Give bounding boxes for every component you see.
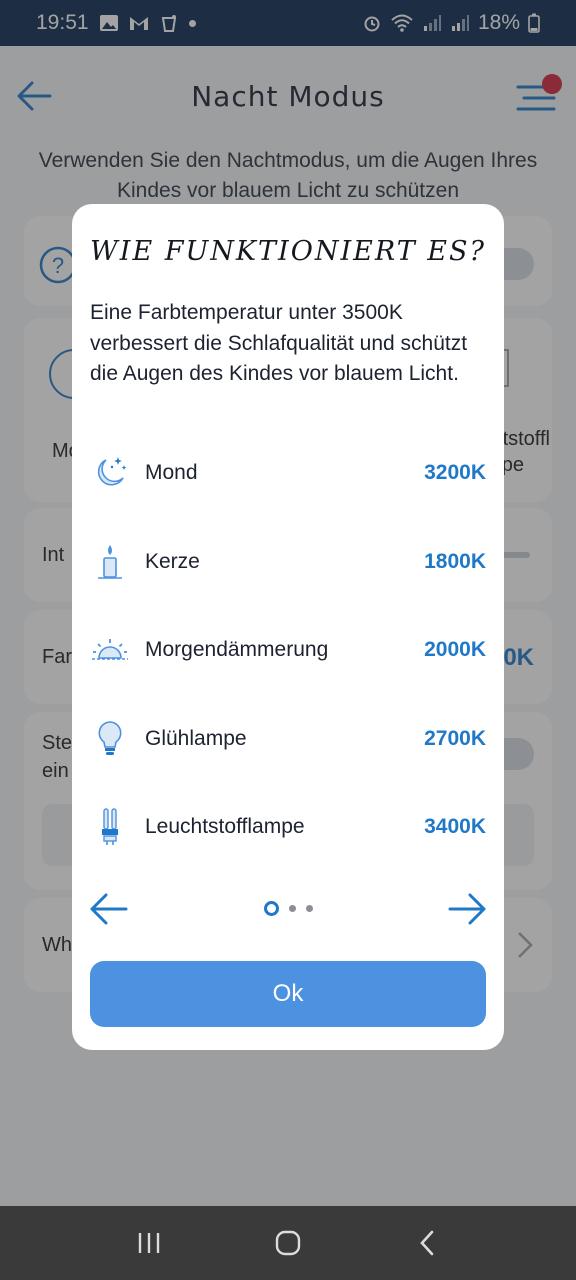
item-name: Morgendämmerung xyxy=(145,638,329,661)
ok-button[interactable]: Ok xyxy=(90,961,486,1027)
list-item: Glühlampe 2700K xyxy=(90,709,486,769)
item-name: Mond xyxy=(145,461,198,484)
dialog-title: WIE FUNKTIONIERT ES? xyxy=(90,236,486,267)
dialog-description: Eine Farbtemperatur unter 3500K verbesse… xyxy=(90,301,468,385)
item-name: Kerze xyxy=(145,550,200,573)
recent-apps-button[interactable] xyxy=(129,1223,169,1263)
next-page-arrow-icon[interactable] xyxy=(446,888,488,930)
sunrise-icon xyxy=(92,639,128,660)
list-item: Kerze 1800K xyxy=(90,532,486,592)
page-dot-1[interactable] xyxy=(263,901,279,916)
fluorescent-lamp-icon xyxy=(102,808,118,845)
item-temperature: 3200K xyxy=(424,461,486,484)
system-nav-bar xyxy=(0,1206,576,1280)
list-item: Morgendämmerung 2000K xyxy=(90,620,486,680)
item-temperature: 1800K xyxy=(424,550,486,573)
moon-icon xyxy=(97,457,127,486)
chevron-left-icon xyxy=(419,1230,433,1256)
home-button[interactable] xyxy=(268,1223,308,1263)
item-temperature: 3400K xyxy=(424,815,486,838)
item-name: Glühlampe xyxy=(145,727,247,750)
bulb-icon xyxy=(98,721,122,755)
page-dot-3[interactable] xyxy=(305,905,313,912)
item-name: Leuchtstofflampe xyxy=(145,815,305,838)
item-temperature: 2000K xyxy=(424,638,486,661)
system-back-button[interactable] xyxy=(407,1223,447,1263)
list-item: Mond 3200K xyxy=(90,443,486,503)
candle-icon xyxy=(98,545,122,579)
pagination-dots xyxy=(72,901,504,916)
item-temperature: 2700K xyxy=(424,727,486,750)
recent-apps-icon xyxy=(139,1233,160,1253)
page-dot-2[interactable] xyxy=(288,905,296,912)
list-item: Leuchtstofflampe 3400K xyxy=(90,797,486,857)
home-icon xyxy=(275,1230,301,1256)
how-it-works-dialog: WIE FUNKTIONIERT ES? Eine Farbtemperatur… xyxy=(72,204,504,1050)
